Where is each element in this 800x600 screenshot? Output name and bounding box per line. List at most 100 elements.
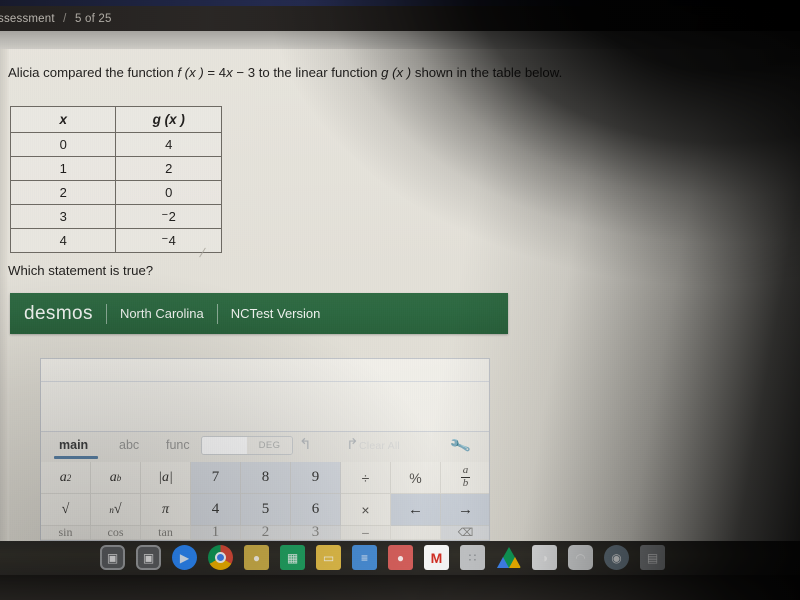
key-a-squared[interactable]: a2	[41, 462, 91, 494]
chromebook-screen-photo: ssessment / 5 of 25 Alicia compared the …	[0, 0, 800, 600]
app-tile-1[interactable]: ▣	[100, 545, 125, 570]
negative-sign: −	[161, 209, 169, 222]
key-tan[interactable]: tan	[141, 525, 191, 540]
app-circle-icon[interactable]: ◑	[532, 545, 557, 570]
question-equals: = 4	[203, 65, 227, 80]
key-arrow-left[interactable]: ←	[391, 494, 441, 526]
key-4[interactable]: 4	[191, 494, 241, 526]
question-stem: Alicia compared the function f (x ) = 4x…	[8, 64, 688, 82]
shelf-icon-row[interactable]: ▣ ▣ ▶ ● ▦ ▭ ≡ ● M ∷ ◑ ◠ ◉ ▤	[100, 545, 665, 570]
pdf-tool-icon-glyph: ●	[396, 550, 405, 565]
key-9[interactable]: 9	[291, 462, 341, 494]
key-cos[interactable]: cos	[91, 525, 141, 540]
clear-all-button[interactable]: Clear All	[359, 440, 400, 452]
google-slides-icon[interactable]: ▭	[316, 545, 341, 570]
gmail-icon-glyph: M	[430, 549, 443, 566]
keypad-button-grid[interactable]: a2 ab |a| 7 8 9 ÷ % ab √ n √ π 4 5 6 × ←…	[41, 462, 489, 540]
google-classroom-icon[interactable]: ●	[244, 545, 269, 570]
angle-mode-deg[interactable]: DEG	[247, 437, 292, 454]
key-percent[interactable]: %	[391, 462, 441, 494]
keypad-row-3-clipped: sin cos tan 1 2 3 − ⌫	[41, 524, 489, 540]
browser-chrome-strip	[0, 31, 800, 49]
key-minus[interactable]: −	[341, 525, 391, 540]
table-cell-gx: 2	[115, 156, 222, 181]
desmos-calculator-panel[interactable]: main abc func DEG ↰ ↰ Clear All 🔧 a2 a b…	[40, 358, 490, 541]
edge-app-icon[interactable]: ▤	[640, 545, 665, 570]
google-drive-icon[interactable]	[496, 545, 521, 570]
desmos-region-label: North Carolina	[119, 306, 204, 321]
chrome-icon[interactable]	[208, 545, 233, 570]
assessment-progress: 5 of 25	[74, 13, 112, 25]
negative-sign: −	[161, 233, 169, 246]
app-tile-2[interactable]: ▣	[136, 545, 161, 570]
key-1[interactable]: 1	[191, 524, 241, 540]
key-blank[interactable]	[391, 526, 441, 540]
google-sheets-icon[interactable]: ▦	[280, 545, 305, 570]
table-header-x: x	[9, 106, 117, 133]
table-header-gx: g (x )	[115, 106, 222, 133]
gmail-icon[interactable]: M	[424, 545, 449, 570]
undo-arrow-icon[interactable]: ↰	[299, 435, 312, 453]
table-body: 0 4 1 2 2 0 3 −2 4 −4	[9, 132, 222, 253]
key-arrow-right[interactable]: →	[441, 494, 489, 526]
key-nth-root[interactable]: n √	[91, 494, 141, 526]
google-classroom-icon-glyph: ●	[252, 550, 261, 565]
desmos-version-label: NCTest Version	[230, 306, 321, 321]
key-6[interactable]: 6	[291, 494, 341, 526]
key-a-power-b[interactable]: ab	[91, 462, 141, 494]
test-question-page: Alicia compared the function f (x ) = 4x…	[0, 49, 800, 541]
key-pi[interactable]: π	[141, 494, 191, 526]
key-fraction[interactable]: ab	[441, 462, 489, 494]
table-cell-gx: −2	[115, 204, 222, 229]
key-5[interactable]: 5	[241, 494, 291, 526]
keypad-row-1: a2 ab |a| 7 8 9 ÷ % ab	[41, 462, 489, 494]
key-backspace[interactable]: ⌫	[441, 526, 489, 540]
camera-icon[interactable]: ◉	[604, 545, 629, 570]
question-variable-x: x	[226, 65, 233, 80]
app-launcher-icon[interactable]: ∷	[460, 545, 485, 570]
keypad-tab-func[interactable]: func	[166, 438, 190, 452]
calculator-keypad[interactable]: main abc func DEG ↰ ↰ Clear All 🔧 a2 a b…	[41, 432, 489, 540]
table-cell-gx: 4	[115, 132, 222, 157]
function-f-label: f (x )	[177, 65, 204, 80]
keypad-toolbar: main abc func DEG ↰ ↰ Clear All 🔧	[41, 432, 489, 462]
laptop-bezel-bottom	[0, 575, 800, 600]
key-3[interactable]: 3	[291, 524, 341, 540]
edge-app-icon-glyph: ▤	[646, 550, 659, 565]
redo-arrow-icon[interactable]: ↰	[346, 435, 359, 453]
key-8[interactable]: 8	[241, 462, 291, 494]
key-absolute-value[interactable]: |a|	[141, 462, 191, 494]
table-cell-x: 0	[9, 132, 117, 157]
key-2[interactable]: 2	[241, 524, 291, 540]
key-sin[interactable]: sin	[41, 525, 91, 540]
key-7[interactable]: 7	[191, 462, 241, 494]
expression-row-divider-1	[41, 381, 489, 382]
app-tile-2-glyph: ▣	[142, 550, 155, 565]
google-docs-icon[interactable]: ≡	[352, 545, 377, 570]
table-row: 20	[9, 180, 222, 205]
key-divide[interactable]: ÷	[341, 462, 391, 494]
table-cell-x: 1	[9, 156, 117, 181]
desmos-header-bar: desmos North Carolina NCTest Version	[10, 293, 508, 334]
keypad-row-2: √ n √ π 4 5 6 × ← →	[41, 494, 489, 526]
wrench-icon[interactable]: 🔧	[448, 434, 472, 457]
assessment-title: ssessment	[0, 13, 55, 25]
table-cell-x: 3	[9, 204, 117, 229]
key-multiply[interactable]: ×	[341, 494, 391, 526]
key-square-root[interactable]: √	[41, 494, 91, 526]
google-docs-icon-glyph: ≡	[360, 550, 368, 565]
keypad-tab-main[interactable]: main	[59, 438, 88, 452]
page-left-edge	[0, 49, 9, 541]
table-header-row: x g (x )	[9, 106, 222, 133]
pdf-tool-icon[interactable]: ●	[388, 545, 413, 570]
whale-app-icon[interactable]: ◠	[568, 545, 593, 570]
question-middle: − 3 to the linear function	[232, 65, 382, 80]
function-g-label: g (x )	[381, 65, 412, 80]
zoom-icon[interactable]: ▶	[172, 545, 197, 570]
angle-mode-toggle[interactable]: DEG	[201, 436, 293, 455]
zoom-icon-glyph: ▶	[179, 550, 190, 565]
assessment-app-bar: ssessment / 5 of 25	[0, 6, 800, 31]
keypad-tab-abc[interactable]: abc	[119, 438, 139, 452]
google-sheets-icon-glyph: ▦	[286, 550, 299, 565]
angle-mode-rad[interactable]	[202, 437, 247, 454]
